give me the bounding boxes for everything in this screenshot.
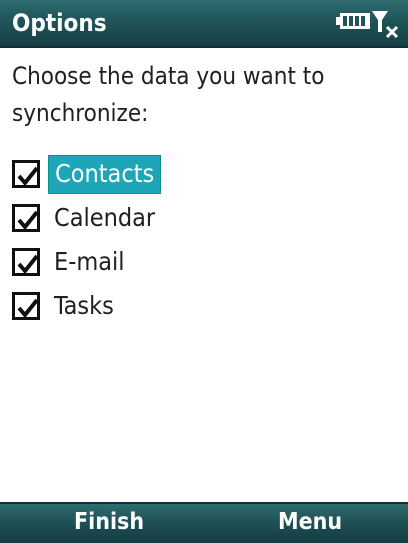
contacts-label: Contacts [48, 154, 162, 194]
checkmark-icon [17, 166, 39, 187]
option-tasks[interactable]: Tasks [12, 284, 161, 328]
instruction-text: Choose the data you want to synchronize: [12, 62, 325, 127]
tasks-label: Tasks [54, 290, 114, 320]
calendar-label: Calendar [54, 202, 156, 232]
no-signal-icon [372, 11, 399, 39]
option-calendar[interactable]: Calendar [12, 196, 161, 240]
checkmark-icon [17, 210, 39, 231]
option-contacts[interactable]: Contacts [12, 152, 162, 196]
option-email[interactable]: E-mail [12, 240, 161, 284]
contacts-checkbox[interactable] [12, 160, 40, 188]
checkmark-icon [17, 254, 39, 275]
menu-button[interactable]: Menu [278, 509, 342, 535]
title-bar: Options [0, 0, 408, 48]
checkmark-icon [17, 298, 39, 319]
tasks-checkbox[interactable] [12, 292, 40, 320]
battery-icon [336, 13, 370, 29]
calendar-checkbox[interactable] [12, 204, 40, 232]
finish-button[interactable]: Finish [74, 509, 144, 535]
softkey-bar: Finish Menu [0, 502, 408, 543]
email-checkbox[interactable] [12, 248, 40, 276]
page-title: Options [12, 9, 107, 37]
status-icons [332, 10, 402, 40]
email-label: E-mail [54, 246, 125, 276]
sync-options-list: Contacts Calendar E-mail Tasks [12, 152, 162, 328]
